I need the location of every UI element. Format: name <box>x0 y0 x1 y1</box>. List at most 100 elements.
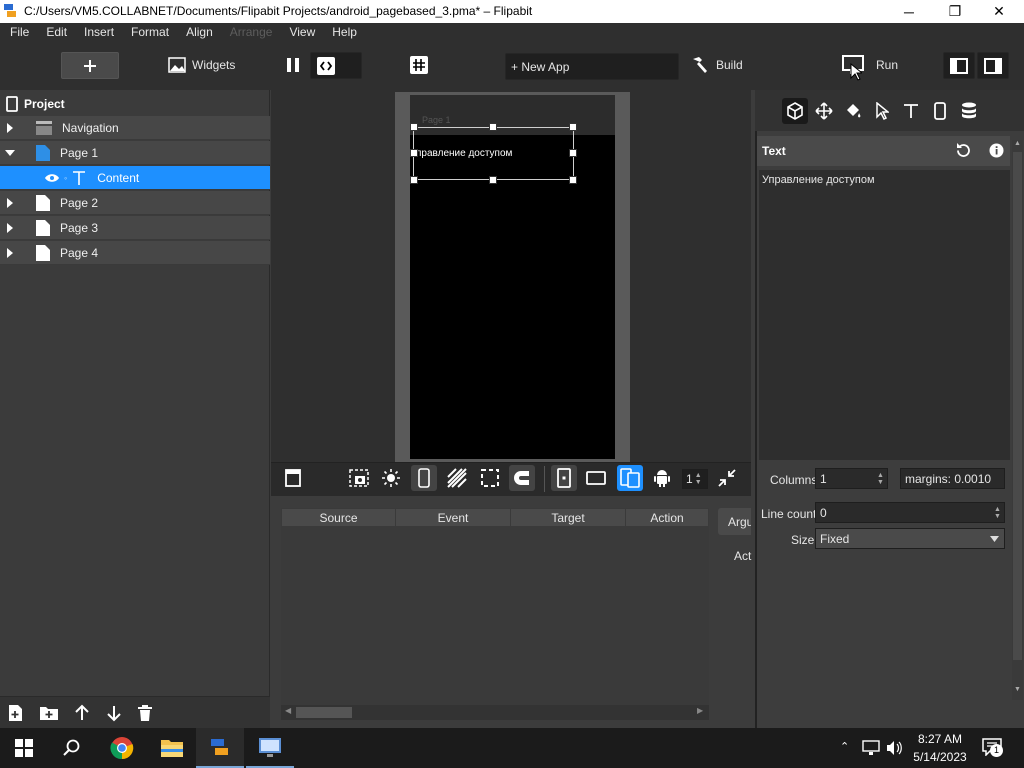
close-button[interactable]: ✕ <box>976 0 1022 23</box>
screenshot-button[interactable] <box>346 465 372 491</box>
tree-item-content[interactable]: ◦ Content <box>0 166 270 190</box>
tab-data[interactable] <box>956 98 982 124</box>
menu-help[interactable]: Help <box>322 23 364 42</box>
tab-fill[interactable] <box>840 98 866 124</box>
tab-device[interactable] <box>927 98 953 124</box>
resize-handle[interactable] <box>489 176 497 184</box>
resize-handle[interactable] <box>569 149 577 157</box>
menu-align[interactable]: Align <box>176 23 220 42</box>
code-view-toggle[interactable] <box>310 52 362 79</box>
multi-device-button[interactable] <box>617 465 643 491</box>
zoom-stepper[interactable]: 1 ▲ ▼ <box>682 469 708 489</box>
scroll-down-icon[interactable]: ▼ <box>1014 686 1021 693</box>
landscape-button[interactable] <box>583 465 609 491</box>
left-panel-toggle[interactable] <box>943 52 975 79</box>
chrome-taskbar-button[interactable] <box>98 728 146 768</box>
pattern-button[interactable] <box>444 465 470 491</box>
notifications-button[interactable]: 1 <box>982 738 1003 759</box>
scrollbar-thumb[interactable] <box>296 707 352 718</box>
android-button[interactable] <box>649 465 675 491</box>
selection-button[interactable] <box>477 465 503 491</box>
right-panel-toggle[interactable] <box>977 52 1009 79</box>
events-table[interactable] <box>281 508 709 720</box>
resize-handle[interactable] <box>569 176 577 184</box>
network-icon[interactable] <box>862 740 880 756</box>
expand-arrow-icon[interactable] <box>0 197 20 208</box>
expand-arrow-icon[interactable] <box>0 222 20 233</box>
clock-date[interactable]: 5/14/2023 <box>905 750 975 764</box>
tree-item-navigation[interactable]: Navigation <box>0 116 270 140</box>
brightness-button[interactable] <box>378 465 404 491</box>
new-app-button[interactable]: + New App <box>505 53 679 80</box>
arrow-up-icon[interactable] <box>73 704 91 722</box>
page-view-button[interactable] <box>280 465 306 491</box>
menu-file[interactable]: File <box>0 23 36 42</box>
info-icon[interactable] <box>989 143 1004 158</box>
tree-item-page-1[interactable]: Page 1 <box>0 141 270 165</box>
resize-handle[interactable] <box>410 176 418 184</box>
flipabit-taskbar-button[interactable] <box>196 728 244 768</box>
add-folder-icon[interactable] <box>39 704 59 722</box>
collapse-arrow-icon[interactable] <box>0 149 20 157</box>
arrow-down-icon[interactable] <box>105 704 123 722</box>
reset-icon[interactable] <box>955 142 972 159</box>
tree-item-page-2[interactable]: Page 2 <box>0 191 270 215</box>
column-source[interactable]: Source <box>282 509 396 526</box>
grid-button[interactable] <box>410 56 428 77</box>
expand-arrow-icon[interactable] <box>0 122 20 133</box>
scrollbar-thumb[interactable] <box>1013 152 1022 660</box>
fit-button[interactable] <box>714 465 740 491</box>
tree-item-page-3[interactable]: Page 3 <box>0 216 270 240</box>
column-event[interactable]: Event <box>396 509 511 526</box>
portrait-button[interactable] <box>551 465 577 491</box>
trash-icon[interactable] <box>137 704 153 722</box>
column-action[interactable]: Action <box>626 509 709 526</box>
maximize-button[interactable]: ❐ <box>932 0 978 23</box>
size-dropdown[interactable]: Fixed <box>815 528 1005 549</box>
file-explorer-button[interactable] <box>148 728 196 768</box>
add-page-icon[interactable] <box>7 704 25 722</box>
properties-scrollbar[interactable]: ▲ ▼ <box>1012 140 1023 700</box>
show-hidden-icons[interactable]: ⌃ <box>840 740 849 753</box>
menu-arrange[interactable]: Arrange <box>220 23 280 42</box>
scroll-up-icon[interactable]: ▲ <box>1014 140 1021 147</box>
tab-text[interactable] <box>898 98 924 124</box>
tree-item-page-4[interactable]: Page 4 <box>0 241 270 265</box>
line-count-stepper[interactable]: 0 ▲ ▼ <box>815 502 1005 523</box>
horizontal-scrollbar[interactable]: ◀ ▶ <box>281 705 709 720</box>
text-editor[interactable]: Управление доступом <box>759 170 1010 460</box>
menu-insert[interactable]: Insert <box>74 23 121 42</box>
search-button[interactable] <box>48 728 96 768</box>
tab-position[interactable] <box>811 98 837 124</box>
resize-handle[interactable] <box>569 123 577 131</box>
expand-arrow-icon[interactable] <box>0 247 20 258</box>
scroll-left-icon[interactable]: ◀ <box>285 706 291 715</box>
tab-interaction[interactable] <box>869 98 895 124</box>
stepper-arrows-icon[interactable]: ▲ ▼ <box>877 472 884 486</box>
snap-button[interactable] <box>509 465 535 491</box>
device-frame-button[interactable] <box>411 465 437 491</box>
columns-stepper[interactable]: 1 ▲ ▼ <box>815 468 888 489</box>
arguments-tab[interactable]: Argu <box>718 508 751 535</box>
tab-object[interactable] <box>782 98 808 124</box>
resize-handle[interactable] <box>410 123 418 131</box>
stepper-arrows-icon[interactable]: ▲ ▼ <box>994 506 1001 520</box>
add-page-button[interactable] <box>61 52 119 79</box>
minimize-button[interactable]: ─ <box>886 0 932 23</box>
build-button[interactable]: Build <box>690 55 743 75</box>
resize-handle[interactable] <box>410 149 418 157</box>
margins-stepper[interactable]: margins: 0.0010 <box>900 468 1005 489</box>
scroll-right-icon[interactable]: ▶ <box>697 706 703 715</box>
column-target[interactable]: Target <box>511 509 626 526</box>
stepper-arrows-icon[interactable]: ▲ ▼ <box>695 472 702 486</box>
menu-edit[interactable]: Edit <box>36 23 74 42</box>
volume-icon[interactable] <box>886 740 902 756</box>
eye-icon[interactable] <box>44 173 60 183</box>
menu-format[interactable]: Format <box>121 23 176 42</box>
menu-view[interactable]: View <box>279 23 322 42</box>
start-button[interactable] <box>0 728 48 768</box>
remote-desktop-button[interactable] <box>246 728 294 768</box>
pause-button[interactable] <box>285 57 301 76</box>
clock-time[interactable]: 8:27 AM <box>905 732 975 746</box>
resize-handle[interactable] <box>489 123 497 131</box>
